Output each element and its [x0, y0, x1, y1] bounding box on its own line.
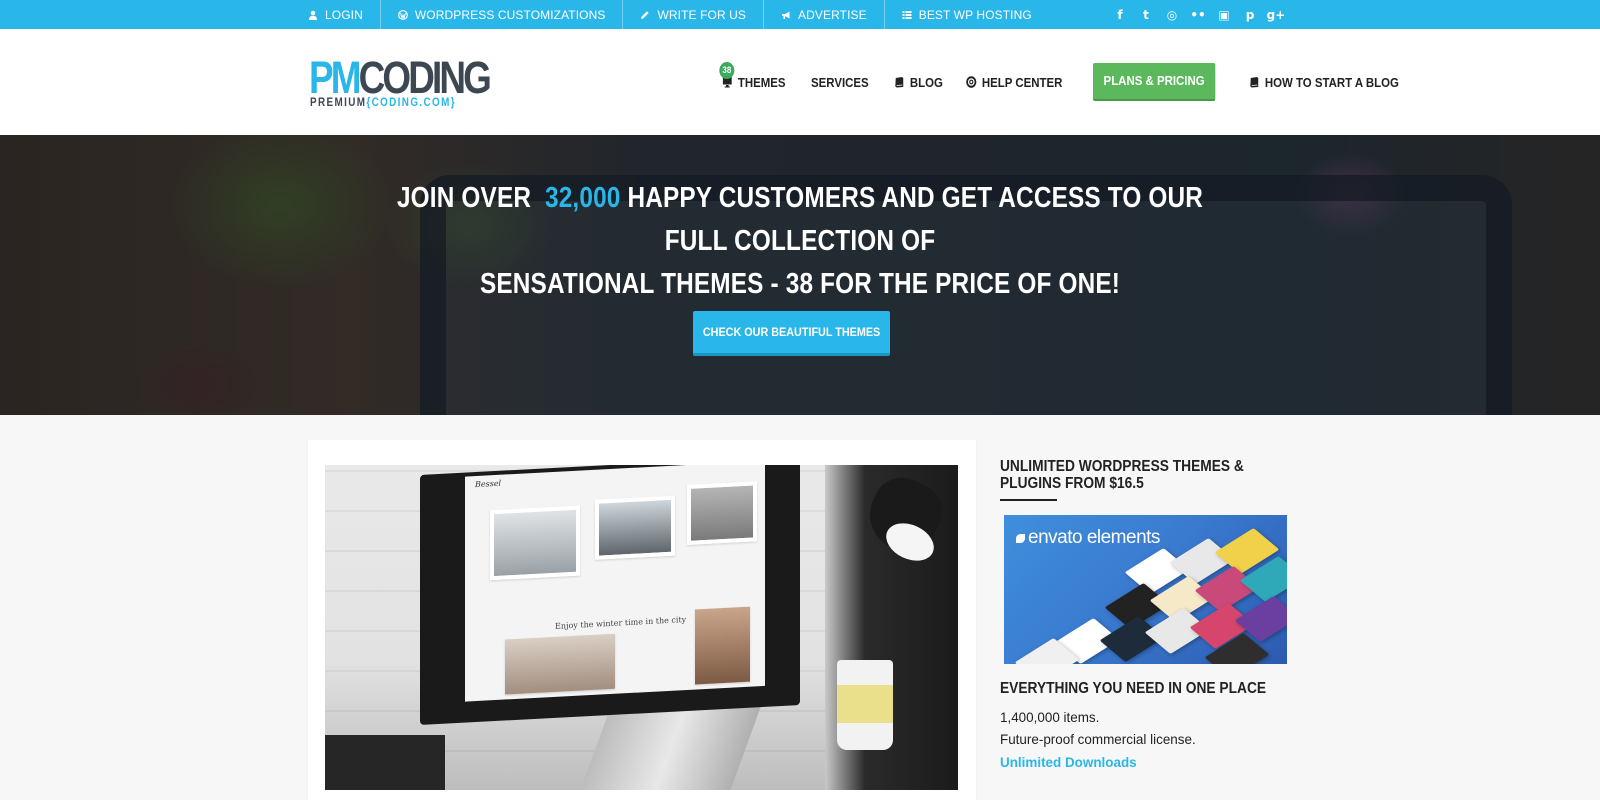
nav-themes[interactable]: 38 THEMES: [719, 61, 786, 90]
hero-customer-count: 32,000: [544, 182, 621, 214]
hero-button-label: CHECK OUR BEAUTIFUL THEMES: [702, 325, 881, 339]
facebook-icon[interactable]: f: [1112, 7, 1128, 23]
screen-tile: [695, 606, 750, 685]
screen-logo: Bessel: [475, 478, 502, 490]
top-link-label: WORDPRESS CUSTOMIZATIONS: [414, 7, 606, 22]
check-themes-button[interactable]: CHECK OUR BEAUTIFUL THEMES: [693, 311, 890, 356]
top-link-label: WRITE FOR US: [657, 7, 747, 22]
top-link-label: BEST WP HOSTING: [918, 7, 1032, 22]
monitor-screen: Bessel Enjoy the winter time in the city: [465, 465, 765, 702]
megaphone-icon: [782, 11, 790, 19]
plans-pricing-button[interactable]: PLANS & PRICING: [1092, 63, 1215, 101]
main-nav: 38 THEMES SERVICES BLOG HELP CENTER PLAN…: [719, 61, 1436, 102]
logo-sub-brand: {CODING.COM}: [366, 97, 456, 109]
nav-label: SERVICES: [811, 74, 869, 90]
widget-line-license: Future-proof commercial license.: [1000, 731, 1196, 747]
googleplus-icon[interactable]: g+: [1267, 7, 1286, 23]
top-nav: LOGIN WORDPRESS CUSTOMIZATIONS WRITE FOR…: [306, 0, 1049, 29]
widget-heading: EVERYTHING YOU NEED IN ONE PLACE: [1000, 680, 1267, 697]
top-link-label: LOGIN: [325, 7, 363, 22]
top-link-write-for-us[interactable]: WRITE FOR US: [622, 0, 763, 29]
widget-title: UNLIMITED WORDPRESS THEMES & PLUGINS FRO…: [1000, 458, 1244, 492]
screen-tile: [595, 495, 675, 560]
nav-services[interactable]: SERVICES: [811, 75, 869, 90]
featured-post-card: Bessel Enjoy the winter time in the city: [308, 440, 976, 800]
logo-sub-prefix: PREMIUM: [310, 97, 367, 109]
themes-count-badge: 38: [719, 61, 735, 79]
hero-headline: JOIN OVER 32,000 HAPPY CUSTOMERS AND GET…: [380, 177, 1220, 306]
top-link-advertise[interactable]: ADVERTISE: [763, 0, 884, 29]
monitor-stand: [578, 705, 762, 790]
lifebuoy-icon: [966, 76, 977, 88]
dribbble-icon[interactable]: ◎: [1164, 7, 1180, 23]
pencil-icon: [641, 10, 650, 19]
nav-label: HOW TO START A BLOG: [1264, 74, 1399, 90]
screen-tile: [687, 481, 757, 545]
top-link-best-wp-hosting[interactable]: BEST WP HOSTING: [883, 0, 1049, 29]
instagram-icon[interactable]: ▣: [1216, 7, 1232, 23]
top-bar: LOGIN WORDPRESS CUSTOMIZATIONS WRITE FOR…: [0, 0, 1600, 29]
sidebar-widget: UNLIMITED WORDPRESS THEMES & PLUGINS FRO…: [1000, 458, 1290, 770]
nav-label: BLOG: [909, 74, 943, 90]
nav-blog[interactable]: BLOG: [894, 75, 943, 90]
ad-brand: envato elements: [1028, 527, 1160, 548]
flickr-icon[interactable]: ••: [1190, 7, 1206, 23]
screen-caption: Enjoy the winter time in the city: [555, 615, 687, 631]
logo-wordmark: PMCODING: [309, 52, 492, 103]
logo-coding: CODING: [358, 52, 492, 103]
list-icon: [902, 10, 912, 19]
hero-line-2: SENSATIONAL THEMES - 38 FOR THE PRICE OF…: [479, 268, 1121, 300]
top-link-login[interactable]: LOGIN: [306, 0, 380, 29]
top-link-label: ADVERTISE: [798, 7, 867, 22]
nav-help-center[interactable]: HELP CENTER: [966, 74, 1063, 90]
logo-tagline: PREMIUM{CODING.COM}: [310, 97, 456, 109]
pinterest-icon[interactable]: p: [1242, 7, 1258, 23]
desktop-monitor: Bessel Enjoy the winter time in the city: [420, 465, 800, 725]
envato-leaf-icon: [1016, 534, 1025, 543]
nav-label: THEMES: [737, 74, 786, 90]
book-icon: [895, 77, 903, 88]
nav-label: HELP CENTER: [982, 74, 1063, 90]
twitter-icon[interactable]: t: [1138, 7, 1154, 23]
widget-line-items: 1,400,000 items.: [1000, 709, 1100, 725]
envato-elements-ad[interactable]: envato elements: [1004, 515, 1287, 664]
hero-banner: JOIN OVER 32,000 HAPPY CUSTOMERS AND GET…: [0, 135, 1600, 415]
social-links: f t ◎ •• ▣ p g+: [1112, 0, 1286, 29]
title-underline: [1000, 499, 1057, 501]
hero-line1-suffix: HAPPY CUSTOMERS AND GET ACCESS TO OUR FU…: [627, 182, 1204, 257]
nav-how-to-start-a-blog[interactable]: HOW TO START A BLOG: [1249, 75, 1399, 90]
book-icon: [1249, 77, 1258, 88]
top-link-wordpress-customizations[interactable]: WORDPRESS CUSTOMIZATIONS: [379, 0, 623, 29]
featured-image[interactable]: Bessel Enjoy the winter time in the city: [325, 465, 958, 790]
book-stack: [325, 735, 445, 790]
logo-pm: PM: [309, 52, 361, 103]
unlimited-downloads-link[interactable]: Unlimited Downloads: [1000, 754, 1137, 770]
screen-tile: [505, 633, 615, 695]
envato-logo: envato elements: [1016, 527, 1160, 549]
nav-label: PLANS & PRICING: [1103, 73, 1205, 88]
coffee-mug: [837, 660, 893, 750]
user-icon: [309, 10, 317, 20]
hero-line-1: JOIN OVER 32,000 HAPPY CUSTOMERS AND GET…: [380, 177, 1220, 263]
site-logo[interactable]: PMCODING PREMIUM{CODING.COM}: [309, 52, 492, 113]
screen-tile: [490, 505, 580, 581]
site-header: PMCODING PREMIUM{CODING.COM} 38 THEMES S…: [0, 29, 1600, 135]
hero-line1-prefix: JOIN OVER: [396, 182, 532, 214]
wordpress-icon: [397, 9, 408, 20]
